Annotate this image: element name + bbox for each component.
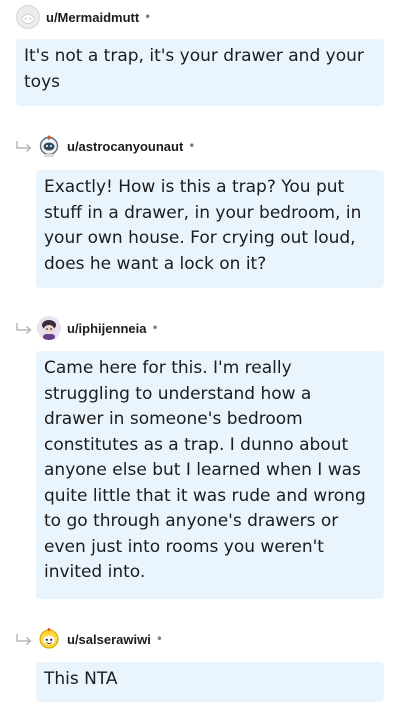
default-grey-avatar-icon[interactable] [16, 5, 40, 29]
username[interactable]: u/Mermaidmutt [46, 10, 139, 25]
username[interactable]: u/salserawiwi [67, 632, 151, 647]
astronaut-snoo-avatar-icon[interactable] [37, 134, 61, 158]
separator-dot: • [144, 10, 152, 24]
yellow-snoo-avatar-icon[interactable] [37, 627, 61, 651]
comment-meta: u/salserawiwi • [37, 627, 163, 651]
comment-body: Came here for this. I'm really strugglin… [36, 351, 384, 599]
comment-body: It's not a trap, it's your drawer and yo… [16, 39, 384, 106]
comment-text: This NTA [44, 669, 118, 689]
reply-arrow-icon [15, 140, 33, 154]
comment-meta: u/astrocanyounaut • [37, 134, 195, 158]
separator-dot: • [155, 632, 163, 646]
comment-meta: u/iphijenneia • [37, 316, 159, 340]
comment-text: Came here for this. I'm really strugglin… [44, 358, 366, 582]
comment-text: It's not a trap, it's your drawer and yo… [24, 46, 364, 92]
username[interactable]: u/iphijenneia [67, 321, 146, 336]
comment-meta: u/Mermaidmutt • [16, 5, 151, 29]
comment-text: Exactly! How is this a trap? You put stu… [44, 177, 362, 274]
separator-dot: • [188, 139, 196, 153]
username[interactable]: u/astrocanyounaut [67, 139, 183, 154]
reply-arrow-icon [15, 322, 33, 336]
comment-body: Exactly! How is this a trap? You put stu… [36, 170, 384, 288]
comment-body: This NTA [36, 662, 384, 702]
separator-dot: • [151, 321, 159, 335]
reply-arrow-icon [15, 633, 33, 647]
purple-snoo-avatar-icon[interactable] [37, 316, 61, 340]
